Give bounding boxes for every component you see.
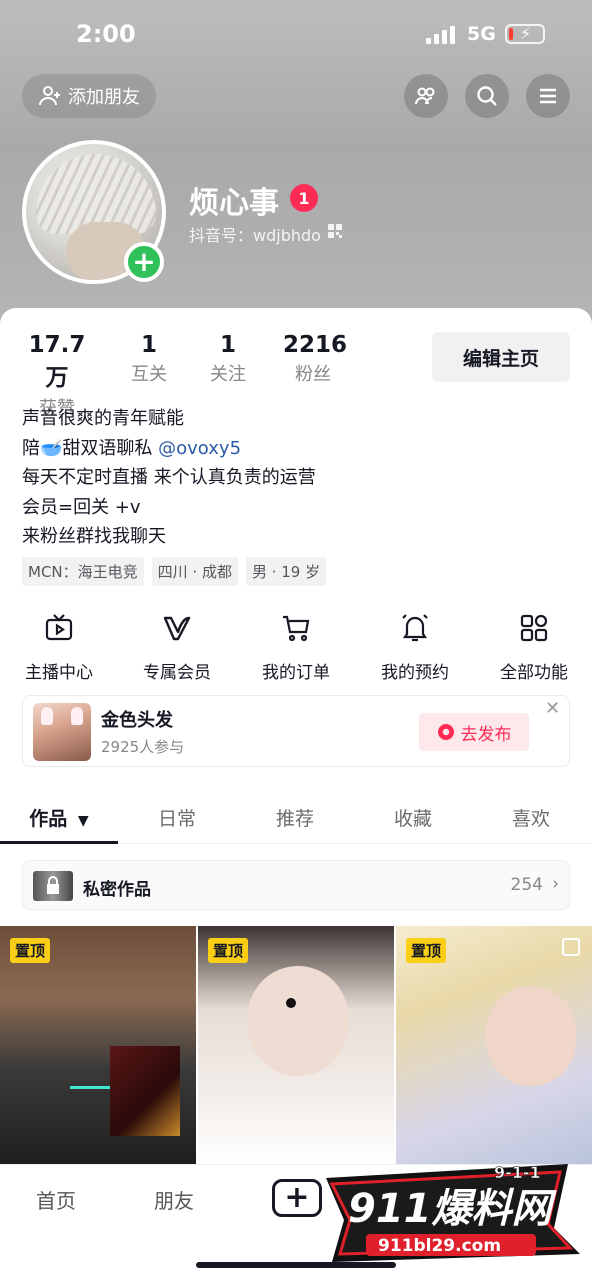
watermark-brand: 911爆料网 [348, 1186, 557, 1232]
quick-action-label: 主播中心 [25, 663, 93, 683]
quick-action-orders[interactable]: 我的订单 [246, 612, 346, 683]
add-friend-label: 添加朋友 [68, 87, 140, 108]
stat-value: 17.7万 [28, 332, 86, 391]
create-button[interactable]: + [272, 1179, 322, 1217]
publish-button[interactable]: 去发布 [419, 713, 529, 751]
pinned-badge: 置顶 [406, 938, 447, 963]
grid-icon [520, 614, 548, 642]
tv-icon [45, 614, 73, 641]
stat-label: 关注 [210, 364, 246, 385]
battery-icon: ⚡ [505, 24, 545, 44]
quick-action-label: 我的订单 [262, 663, 330, 683]
profile-tags: MCN：海王电竞 四川 · 成都 男 · 19 岁 [22, 557, 327, 586]
stat-value: 2216 [283, 332, 348, 358]
quick-action-streamer-center[interactable]: 主播中心 [9, 612, 109, 683]
tab-likes[interactable]: 喜欢 [472, 804, 590, 831]
notification-badge[interactable]: 1 [290, 184, 318, 212]
bio-line: 每天不定时直播 来个认真负责的运营 [22, 467, 316, 488]
profile-header: 2:00 5G ⚡ 添加朋友 + 烦心事 1 抖音号：wdjbhdo [0, 0, 592, 330]
watermark-logo: 911爆料网 911bl29.com 9-1-1 [326, 1163, 580, 1262]
bell-icon [402, 614, 428, 642]
status-time: 2:00 [76, 20, 136, 48]
publish-label: 去发布 [460, 724, 512, 745]
private-works-label: 私密作品 [83, 880, 151, 900]
menu-icon [540, 88, 556, 104]
stat-label: 粉丝 [295, 364, 331, 385]
topic-event-banner[interactable]: 金色头发 2925人参与 去发布 ✕ [22, 695, 570, 767]
event-participants: 2925人参与 [101, 738, 185, 756]
quick-action-reservations[interactable]: 我的预约 [365, 612, 465, 683]
bio-line: 会员=回关 +v [22, 496, 141, 518]
lock-thumbnail-icon [33, 871, 73, 901]
multi-image-icon [562, 938, 580, 956]
bio-text: 陪🥣甜双语聊私 [22, 437, 159, 459]
tag-gender-age: 男 · 19 岁 [245, 557, 327, 586]
bio-line: 来粉丝群找我聊天 [22, 526, 166, 547]
stat-following[interactable]: 1 关注 [203, 332, 253, 386]
followers-button[interactable] [404, 74, 448, 118]
tab-favorites[interactable]: 收藏 [354, 804, 472, 831]
bio: 声音很爽的青年赋能 陪🥣甜双语聊私 @ovoxy5 每天不定时直播 来个认真负责… [22, 404, 316, 552]
stat-value: 1 [219, 332, 236, 358]
tab-recommend[interactable]: 推荐 [236, 804, 354, 831]
tag-mcn[interactable]: MCN：海王电竞 [22, 557, 144, 586]
content-tabs: 作品 ▼ 日常 推荐 收藏 喜欢 [0, 798, 592, 844]
quick-action-all-features[interactable]: 全部功能 [484, 612, 584, 683]
video-thumbnail[interactable]: 置顶 [396, 926, 592, 1164]
caret-down-icon: ▼ [77, 813, 89, 829]
chevron-right-icon: › [552, 874, 559, 894]
camera-icon [437, 724, 454, 740]
close-icon[interactable]: ✕ [545, 698, 560, 719]
tab-daily[interactable]: 日常 [118, 804, 236, 831]
douyin-id[interactable]: 抖音号：wdjbhdo [189, 222, 321, 246]
tab-underline [0, 841, 118, 844]
quick-action-membership[interactable]: 专属会员 [127, 612, 227, 683]
cart-icon [283, 615, 310, 642]
bio-line: 声音很爽的青年赋能 [22, 408, 184, 429]
watermark-url: 911bl29.com [378, 1236, 501, 1256]
nav-home[interactable]: 首页 [36, 1185, 76, 1214]
tag-location: 四川 · 成都 [151, 557, 238, 586]
event-title: 金色头发 [101, 710, 173, 731]
edit-profile-button[interactable]: 编辑主页 [432, 332, 570, 382]
signal-icon [426, 26, 456, 44]
video-thumbnail[interactable]: 置顶 [198, 926, 394, 1164]
v-icon [163, 616, 191, 641]
add-user-icon [39, 86, 60, 106]
private-works-count: 254 [510, 875, 543, 895]
plus-icon: + [284, 1180, 310, 1215]
bio-line: 陪🥣甜双语聊私 @ovoxy5 [22, 434, 316, 464]
stat-mutual[interactable]: 1 互关 [124, 332, 174, 386]
tab-label: 作品 [29, 808, 68, 830]
quick-action-label: 全部功能 [500, 663, 568, 683]
stat-followers[interactable]: 2216 粉丝 [283, 332, 348, 386]
profile-card: 17.7万 获赞 1 互关 1 关注 2216 粉丝 编辑主页 声音很爽的青年赋… [0, 308, 592, 1280]
pinned-badge: 置顶 [208, 938, 249, 963]
stat-label: 互关 [131, 364, 167, 385]
video-grid: 置顶 置顶 置顶 [0, 926, 592, 1164]
tab-works[interactable]: 作品 ▼ [0, 804, 118, 831]
pinned-badge: 置顶 [10, 938, 51, 963]
avatar-add-icon[interactable]: + [124, 242, 164, 282]
private-works-row[interactable]: 私密作品 254 › [22, 860, 570, 910]
watermark-badge: 9-1-1 [494, 1163, 541, 1182]
username: 烦心事 [189, 186, 279, 221]
qr-code-icon[interactable] [328, 224, 342, 238]
video-thumbnail[interactable]: 置顶 [0, 926, 196, 1164]
event-thumbnail [33, 703, 91, 761]
search-icon [477, 86, 497, 106]
people-icon [415, 87, 435, 105]
stat-value: 1 [140, 332, 157, 358]
add-friend-button[interactable]: 添加朋友 [22, 74, 156, 118]
quick-action-label: 专属会员 [143, 663, 211, 683]
mention-link[interactable]: @ovoxy5 [158, 438, 241, 459]
search-button[interactable] [465, 74, 509, 118]
nav-friends[interactable]: 朋友 [154, 1185, 194, 1214]
home-indicator [196, 1262, 396, 1268]
menu-button[interactable] [526, 74, 570, 118]
network-label: 5G [467, 23, 496, 45]
status-bar: 2:00 5G ⚡ [0, 0, 592, 70]
quick-action-label: 我的预约 [381, 663, 449, 683]
